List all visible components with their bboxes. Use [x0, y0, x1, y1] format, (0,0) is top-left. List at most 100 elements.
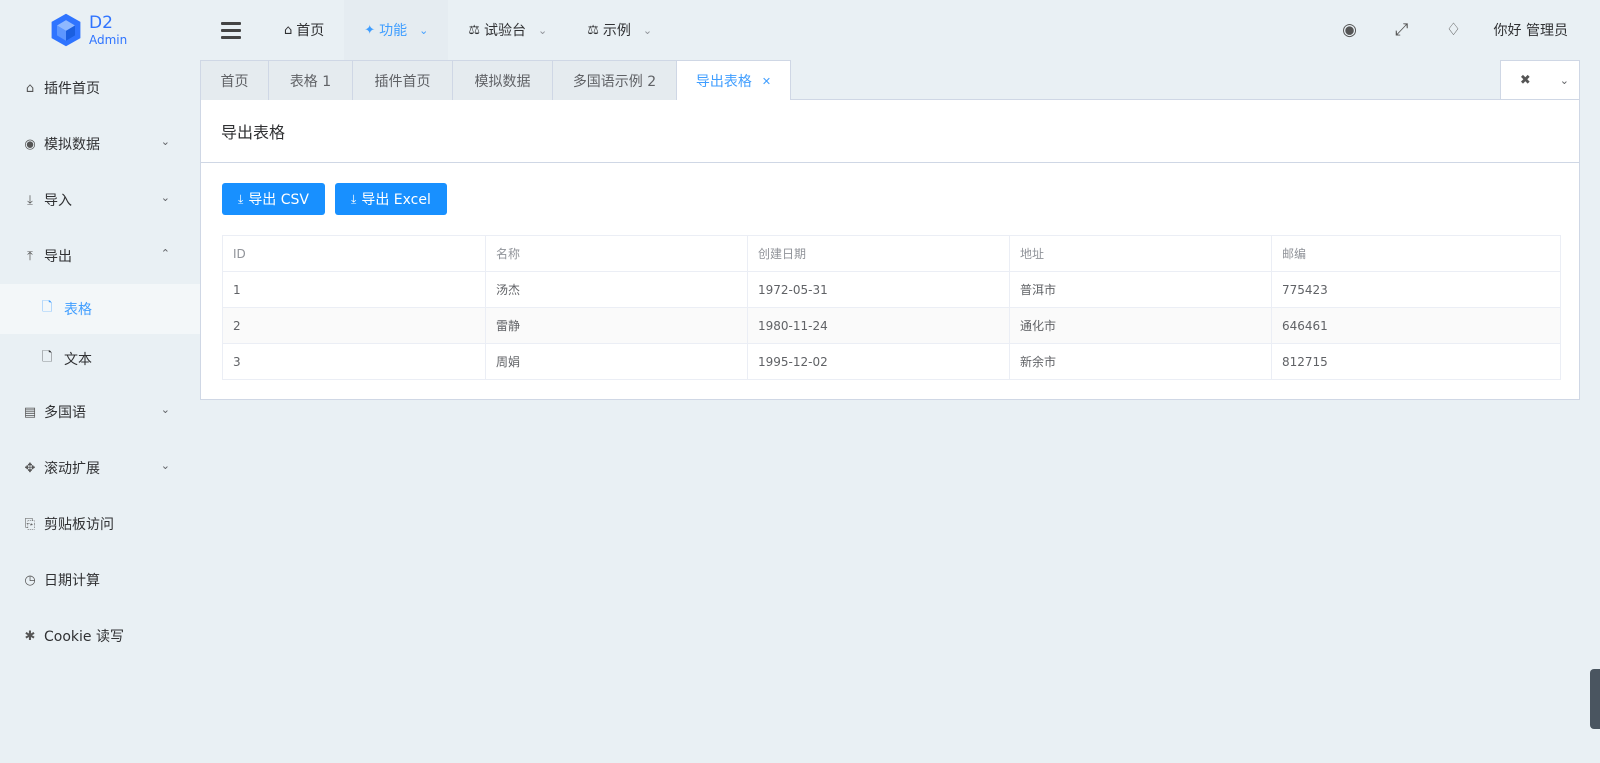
tab-i18n-example-2[interactable]: 多国语示例 2	[552, 60, 677, 100]
clipboard-icon: ⎘	[24, 516, 36, 532]
tab-plugin-home[interactable]: 插件首页	[352, 60, 453, 100]
file-icon: 🗋	[42, 300, 53, 315]
sidebar-item-import[interactable]: ⤓ 导入 ⌄	[0, 172, 200, 228]
fullscreen-icon[interactable]: ⤢	[1376, 20, 1428, 40]
sidebar-subitem-label: 文本	[64, 352, 92, 368]
diamond-icon[interactable]: ♢	[1428, 20, 1480, 40]
chevron-down-icon[interactable]: ⌄	[1550, 74, 1579, 87]
page-title: 导出表格	[201, 100, 1579, 163]
page-tabs: 首页 表格 1 插件首页 模拟数据 多国语示例 2 导出表格 ✕ ✖ ⌄	[200, 60, 1580, 101]
menu-toggle-icon[interactable]	[221, 22, 241, 40]
globe-icon: ◉	[24, 136, 36, 152]
content-panel: 导出表格 ⤓ 导出 CSV ⤓ 导出 Excel ID 名称 创建日期 地址 邮…	[200, 100, 1580, 400]
export-excel-button[interactable]: ⤓ 导出 Excel	[335, 183, 447, 215]
top-nav: ⌂ 首页 ✦ 功能 ⌄ ⚖ 试验台 ⌄ ⚖ 示例 ⌄	[264, 0, 672, 60]
sidebar-item-plugin-home[interactable]: ⌂ 插件首页	[0, 60, 200, 116]
home-icon: ⌂	[284, 22, 293, 38]
chevron-down-icon: ⌄	[538, 23, 548, 37]
close-icon[interactable]: ✕	[762, 75, 771, 88]
sidebar-item-clipboard[interactable]: ⎘ 剪贴板访问	[0, 496, 200, 552]
table-row[interactable]: 2 雷静 1980-11-24 通化市 646461	[222, 307, 1561, 344]
tab-mock-data[interactable]: 模拟数据	[452, 60, 553, 100]
sidebar-subitem-table[interactable]: 🗋 表格	[0, 284, 200, 334]
tab-export-table[interactable]: 导出表格 ✕	[676, 60, 791, 101]
asterisk-icon: ✱	[24, 628, 36, 644]
table-cell: 3	[222, 343, 486, 380]
column-header[interactable]: ID	[222, 235, 486, 272]
sidebar: ⌂ 插件首页 ◉ 模拟数据 ⌄ ⤓ 导入 ⌄ ⤒ 导出 ⌃ 🗋 表格 🗋 文本 …	[0, 60, 200, 664]
sidebar-item-export[interactable]: ⤒ 导出 ⌃	[0, 228, 200, 284]
tab-home[interactable]: 首页	[200, 60, 269, 100]
tab-label: 插件首页	[374, 73, 431, 90]
sidebar-item-cookie[interactable]: ✱ Cookie 读写	[0, 608, 200, 664]
sidebar-item-label: Cookie 读写	[44, 629, 124, 645]
tab-tools: ✖ ⌄	[1500, 60, 1580, 100]
table-cell: 普洱市	[1009, 271, 1272, 308]
table-cell: 646461	[1271, 307, 1561, 344]
topnav-home-label: 首页	[296, 23, 325, 39]
chevron-down-icon: ⌄	[160, 403, 170, 416]
column-header[interactable]: 名称	[485, 235, 748, 272]
chevron-down-icon: ⌄	[160, 135, 170, 148]
column-header[interactable]: 邮编	[1271, 235, 1561, 272]
table-cell: 812715	[1271, 343, 1561, 380]
app-root: D2 Admin ⌂ 首页 ✦ 功能 ⌄ ⚖ 试验台 ⌄ ⚖ 示例 ⌄ ◉ ⤢	[0, 0, 1600, 763]
topnav-testbench[interactable]: ⚖ 试验台 ⌄	[448, 0, 567, 60]
table-cell: 1	[222, 271, 486, 308]
export-csv-label: 导出 CSV	[248, 192, 310, 208]
sidebar-item-label: 导入	[44, 193, 72, 209]
data-table: ID 名称 创建日期 地址 邮编 1 汤杰 1972-05-31 普洱市 775…	[222, 235, 1561, 380]
table-row[interactable]: 3 周娟 1995-12-02 新余市 812715	[222, 343, 1561, 380]
flask-icon: ⚖	[468, 22, 481, 38]
topnav-home[interactable]: ⌂ 首页	[264, 0, 344, 60]
sidebar-subitem-label: 表格	[64, 302, 92, 318]
user-greeting[interactable]: 你好 管理员	[1494, 20, 1568, 40]
sidebar-item-mock-data[interactable]: ◉ 模拟数据 ⌄	[0, 116, 200, 172]
home-icon: ⌂	[25, 80, 35, 96]
column-header[interactable]: 创建日期	[747, 235, 1010, 272]
sidebar-item-date[interactable]: ◷ 日期计算	[0, 552, 200, 608]
puzzle-icon: ✦	[364, 22, 376, 38]
download-icon: ⤓	[27, 192, 33, 208]
floating-side-widget[interactable]	[1590, 669, 1600, 729]
topnav-examples-label: 示例	[602, 23, 631, 39]
table-header-row: ID 名称 创建日期 地址 邮编	[222, 235, 1561, 272]
topnav-features[interactable]: ✦ 功能 ⌄	[344, 0, 449, 60]
topnav-features-label: 功能	[379, 23, 408, 39]
sidebar-item-label: 插件首页	[44, 81, 100, 97]
tab-table-1[interactable]: 表格 1	[268, 60, 353, 100]
export-csv-button[interactable]: ⤓ 导出 CSV	[222, 183, 326, 215]
header-right: ◉ ⤢ ♢ 你好 管理员	[1324, 0, 1568, 60]
table-cell: 775423	[1271, 271, 1561, 308]
download-icon: ⤓	[238, 191, 244, 206]
table-cell: 2	[222, 307, 486, 344]
logo[interactable]: D2 Admin	[48, 11, 148, 49]
clock-icon: ◷	[24, 572, 36, 588]
sidebar-item-scroll[interactable]: ✥ 滚动扩展 ⌄	[0, 440, 200, 496]
table-cell: 1972-05-31	[747, 271, 1010, 308]
download-icon: ⤓	[351, 191, 357, 206]
translate-icon: ▤	[23, 404, 37, 420]
chevron-down-icon: ⌄	[160, 191, 170, 204]
crosshairs-icon: ✥	[24, 460, 36, 476]
table-cell: 新余市	[1009, 343, 1272, 380]
chevron-down-icon: ⌄	[642, 23, 653, 37]
sidebar-item-label: 滚动扩展	[44, 461, 100, 477]
target-icon[interactable]: ◉	[1324, 20, 1376, 40]
table-cell: 雷静	[485, 307, 748, 344]
tab-label: 首页	[220, 73, 249, 90]
sidebar-item-label: 模拟数据	[44, 137, 100, 153]
sidebar-item-label: 导出	[44, 249, 72, 265]
chevron-up-icon: ⌃	[160, 247, 170, 260]
topnav-examples[interactable]: ⚖ 示例 ⌄	[567, 0, 672, 60]
chevron-down-icon: ⌄	[160, 459, 170, 472]
topnav-testbench-label: 试验台	[484, 23, 527, 39]
close-all-icon[interactable]: ✖	[1501, 73, 1550, 88]
table-row[interactable]: 1 汤杰 1972-05-31 普洱市 775423	[222, 271, 1561, 308]
column-header[interactable]: 地址	[1009, 235, 1272, 272]
table-cell: 通化市	[1009, 307, 1272, 344]
sidebar-subitem-text[interactable]: 🗋 文本	[0, 334, 200, 384]
sidebar-item-label: 日期计算	[44, 573, 100, 589]
sidebar-item-i18n[interactable]: ▤ 多国语 ⌄	[0, 384, 200, 440]
tab-label: 导出表格	[695, 74, 752, 90]
